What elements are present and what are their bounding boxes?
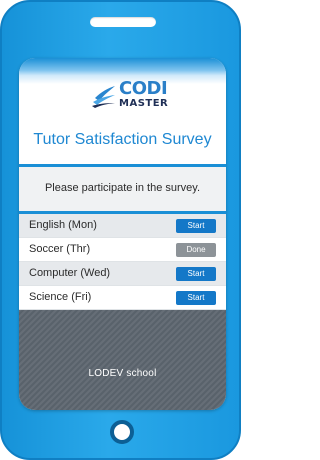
survey-item-label: Computer (Wed) bbox=[29, 267, 111, 279]
survey-item-soccer: Soccer (Thr) Done bbox=[19, 238, 226, 262]
footer-panel: LODEV school bbox=[19, 310, 226, 410]
start-button-english[interactable]: Start bbox=[176, 219, 216, 233]
title-section: Tutor Satisfaction Survey bbox=[19, 120, 226, 165]
phone-screen: CODI MASTER Tutor Satisfaction Survey Pl… bbox=[19, 58, 226, 410]
page-title: Tutor Satisfaction Survey bbox=[33, 131, 212, 148]
survey-item-label: Soccer (Thr) bbox=[29, 243, 91, 255]
notice-section: Please participate in the survey. bbox=[19, 167, 226, 211]
done-button-soccer[interactable]: Done bbox=[176, 243, 216, 257]
codi-logo-icon bbox=[92, 86, 115, 108]
start-button-computer[interactable]: Start bbox=[176, 267, 216, 281]
survey-item-computer: Computer (Wed) Start bbox=[19, 262, 226, 286]
logo-text-codi: CODI bbox=[119, 78, 168, 99]
survey-item-label: Science (Fri) bbox=[29, 291, 92, 303]
brand-logo: CODI MASTER bbox=[91, 80, 171, 120]
phone-frame: CODI MASTER Tutor Satisfaction Survey Pl… bbox=[0, 0, 241, 460]
logo-text-master: MASTER bbox=[119, 98, 169, 109]
start-button-science[interactable]: Start bbox=[176, 291, 216, 305]
survey-item-label: English (Mon) bbox=[29, 219, 97, 231]
survey-item-science: Science (Fri) Start bbox=[19, 286, 226, 310]
home-button-icon[interactable] bbox=[110, 420, 134, 444]
survey-item-english: English (Mon) Start bbox=[19, 214, 226, 238]
survey-notice: Please participate in the survey. bbox=[44, 182, 201, 194]
survey-list: English (Mon) Start Soccer (Thr) Done Co… bbox=[19, 214, 226, 310]
school-name: LODEV school bbox=[88, 368, 157, 379]
speaker-icon bbox=[90, 17, 156, 27]
